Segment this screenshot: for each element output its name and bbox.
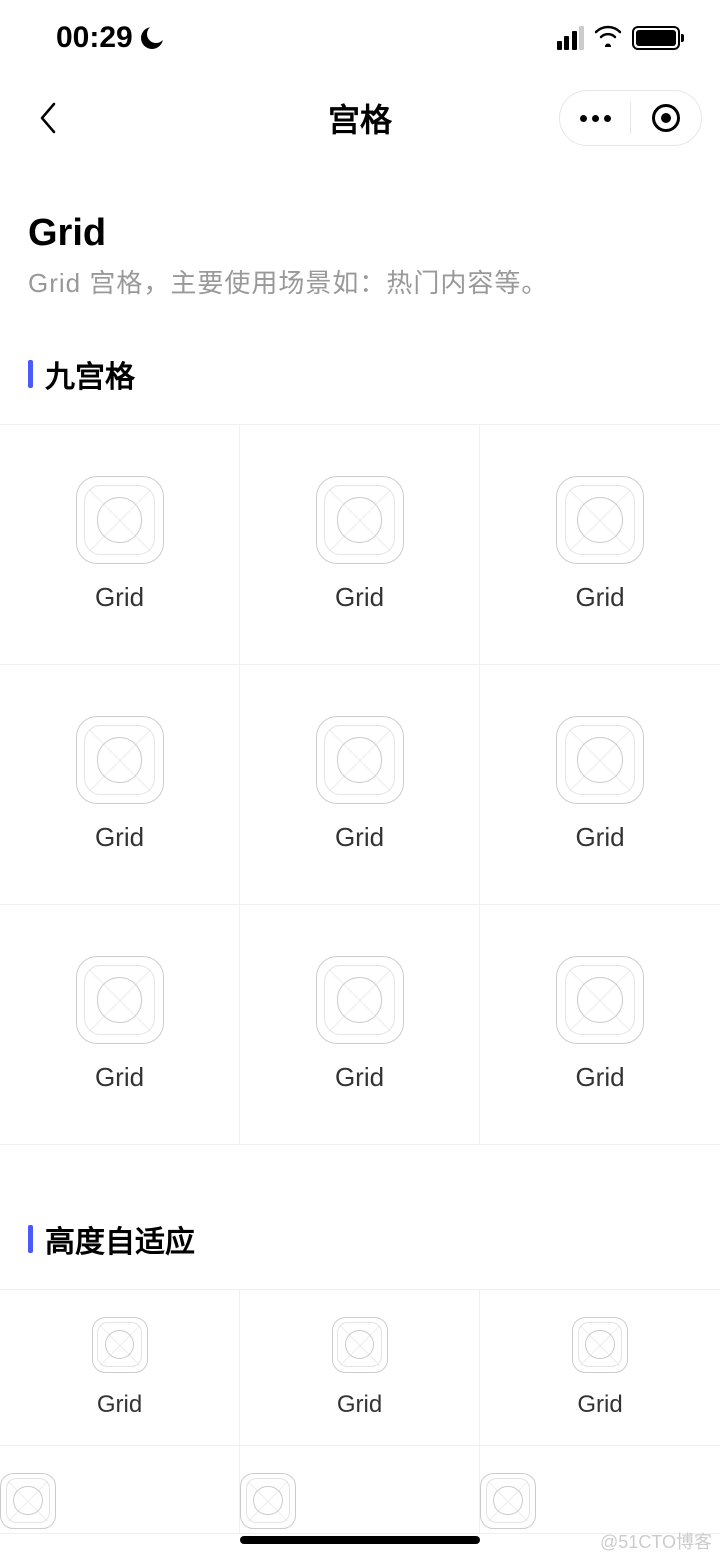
- section-title: 九宫格: [45, 352, 135, 396]
- status-bar: 00:29: [0, 0, 720, 76]
- grid-item-label: Grid: [335, 822, 384, 853]
- placeholder-icon: [316, 956, 404, 1044]
- grid-item-label: Grid: [95, 822, 144, 853]
- grid-item[interactable]: Grid: [0, 425, 240, 665]
- grid-item[interactable]: [240, 1446, 480, 1534]
- placeholder-icon: [92, 1317, 148, 1373]
- section-accent-bar: [28, 360, 33, 388]
- grid-item-label: Grid: [575, 582, 624, 613]
- grid-item-label: Grid: [577, 1391, 622, 1419]
- target-icon: [652, 104, 680, 132]
- nav-bar: 宫格: [0, 76, 720, 160]
- status-time-group: 00:29: [56, 21, 163, 55]
- grid-item[interactable]: Grid: [240, 665, 480, 905]
- placeholder-icon: [332, 1317, 388, 1373]
- grid-item-label: Grid: [575, 822, 624, 853]
- placeholder-icon: [556, 956, 644, 1044]
- grid-item-label: Grid: [337, 1391, 382, 1419]
- placeholder-icon: [556, 476, 644, 564]
- placeholder-icon: [76, 476, 164, 564]
- battery-icon: [632, 26, 680, 50]
- grid-item[interactable]: Grid: [240, 425, 480, 665]
- grid-item[interactable]: Grid: [0, 905, 240, 1145]
- grid-item-label: Grid: [95, 582, 144, 613]
- home-indicator[interactable]: [240, 1536, 480, 1544]
- back-button[interactable]: [28, 98, 68, 138]
- grid-item[interactable]: Grid: [480, 905, 720, 1145]
- grid-item[interactable]: Grid: [0, 665, 240, 905]
- grid-item[interactable]: Grid: [480, 1290, 720, 1446]
- placeholder-icon: [316, 716, 404, 804]
- placeholder-icon: [0, 1473, 56, 1529]
- grid-item-label: Grid: [95, 1062, 144, 1093]
- section-header-nine: 九宫格: [0, 324, 720, 424]
- wifi-icon: [593, 25, 623, 52]
- section-header-adaptive: 高度自适应: [0, 1189, 720, 1289]
- placeholder-icon: [556, 716, 644, 804]
- cellular-signal-icon: [557, 26, 585, 50]
- grid-item[interactable]: Grid: [0, 1290, 240, 1446]
- close-button[interactable]: [631, 91, 701, 145]
- placeholder-icon: [480, 1473, 536, 1529]
- grid-item-label: Grid: [335, 1062, 384, 1093]
- do-not-disturb-icon: [141, 27, 163, 49]
- placeholder-icon: [76, 956, 164, 1044]
- grid-item[interactable]: Grid: [240, 905, 480, 1145]
- grid-item-label: Grid: [97, 1391, 142, 1419]
- page-title: 宫格: [328, 95, 392, 141]
- nine-grid: Grid Grid Grid Grid Grid Grid Grid Grid …: [0, 424, 720, 1145]
- section-accent-bar: [28, 1225, 33, 1253]
- grid-item[interactable]: Grid: [240, 1290, 480, 1446]
- grid-item[interactable]: [480, 1446, 720, 1534]
- grid-item[interactable]: Grid: [480, 425, 720, 665]
- placeholder-icon: [316, 476, 404, 564]
- intro-title: Grid: [28, 212, 692, 255]
- intro-desc: Grid 宫格，主要使用场景如：热门内容等。: [28, 263, 692, 300]
- section-title: 高度自适应: [45, 1217, 195, 1261]
- grid-item-label: Grid: [575, 1062, 624, 1093]
- miniprogram-capsule: [559, 90, 702, 146]
- adaptive-grid: Grid Grid Grid: [0, 1289, 720, 1534]
- grid-item[interactable]: [0, 1446, 240, 1534]
- placeholder-icon: [76, 716, 164, 804]
- grid-item-label: Grid: [335, 582, 384, 613]
- watermark: @51CTO博客: [600, 1528, 712, 1554]
- status-time: 00:29: [56, 21, 133, 55]
- grid-item[interactable]: Grid: [480, 665, 720, 905]
- placeholder-icon: [240, 1473, 296, 1529]
- menu-button[interactable]: [560, 91, 630, 145]
- placeholder-icon: [572, 1317, 628, 1373]
- intro-block: Grid Grid 宫格，主要使用场景如：热门内容等。: [0, 160, 720, 324]
- more-icon: [580, 115, 611, 122]
- status-indicators: [557, 25, 681, 52]
